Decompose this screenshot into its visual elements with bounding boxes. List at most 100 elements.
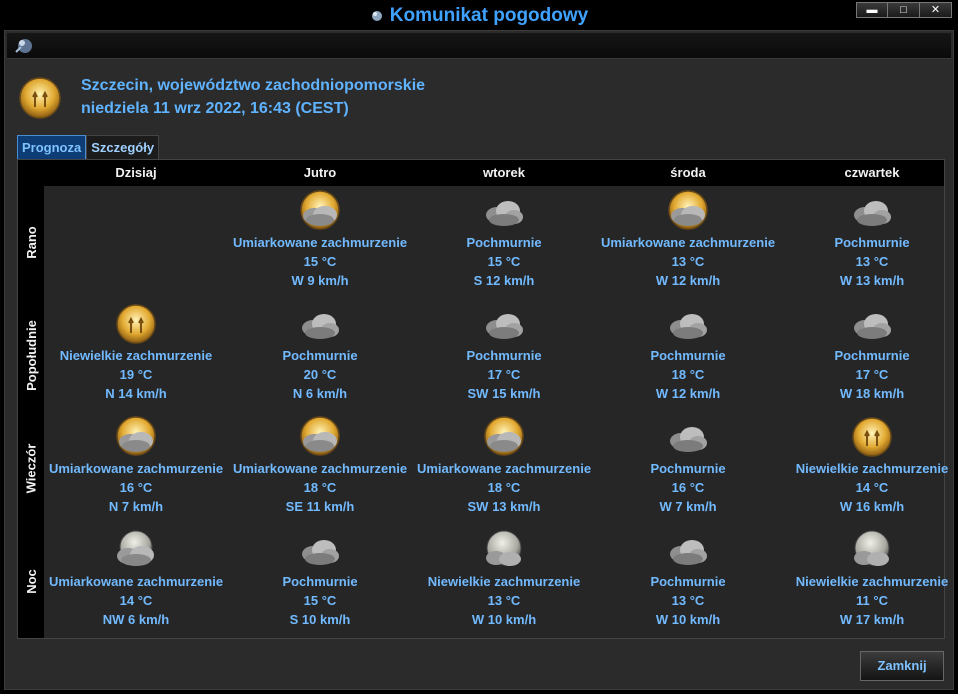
period-labels: Rano Popołudnie Wieczór Noc [18,160,44,638]
forecast-cell: Umiarkowane zachmurzenie 15 °C W 9 km/h [228,186,412,299]
forecast-cell: Umiarkowane zachmurzenie 16 °C N 7 km/h [44,412,228,525]
sun-cloud-icon [668,190,708,230]
cloud-icon [854,201,891,226]
condition-label: Umiarkowane zachmurzenie [416,461,592,476]
forecast-grid: Umiarkowane zachmurzenie 15 °C W 9 km/h Poc… [44,186,948,638]
tab-szczegoly[interactable]: Szczegóły [86,135,160,159]
toolbar [7,33,951,59]
tab-prognoza[interactable]: Prognoza [17,135,87,159]
condition-label: Niewielkie zachmurzenie [795,461,949,476]
forecast-cell [44,186,228,299]
location-label: Szczecin, województwo zachodniopomorskie [81,77,426,94]
cloud-icon [486,201,523,226]
temperature-label: 13 °C [487,593,521,608]
wind-label: NW 6 km/h [102,612,170,627]
condition-label: Pochmurnie [834,235,910,250]
temperature-label: 16 °C [119,480,153,495]
weather-app-icon[interactable] [13,36,35,56]
cloud-icon [302,314,339,339]
forecast-cell: Pochmurnie 13 °C W 13 km/h [780,186,958,299]
temperature-label: 19 °C [119,367,153,382]
day-header: czwartek [844,165,900,180]
period-label-wieczor: Wieczór [23,443,39,494]
condition-label: Umiarkowane zachmurzenie [600,235,776,250]
cloud-icon [302,540,339,565]
temperature-label: 13 °C [671,593,705,608]
forecast-panel: Rano Popołudnie Wieczór Noc Dzisiaj Jutr… [17,159,948,639]
close-button[interactable]: Zamknij [860,651,944,681]
condition-label: Pochmurnie [466,235,542,250]
condition-label: Pochmurnie [282,574,358,589]
forecast-cell: Pochmurnie 18 °C W 12 km/h [596,299,780,412]
sun-icon [852,417,892,457]
condition-label: Umiarkowane zachmurzenie [232,235,408,250]
wind-label: W 9 km/h [291,273,349,288]
condition-label: Niewielkie zachmurzenie [59,348,213,363]
sun-icon [116,304,156,344]
wind-label: W 10 km/h [471,612,537,627]
wind-label: N 6 km/h [292,386,348,401]
condition-label: Niewielkie zachmurzenie [795,574,949,589]
close-window-button[interactable]: ✕ [920,2,952,18]
wind-label: W 12 km/h [655,273,721,288]
forecast-cell: Niewielkie zachmurzenie 13 °C W 10 km/h [412,525,596,638]
condition-label: Pochmurnie [834,348,910,363]
forecast-cell: Niewielkie zachmurzenie 14 °C W 16 km/h [780,412,958,525]
condition-label: Pochmurnie [282,348,358,363]
cloud-icon [486,314,523,339]
temperature-label: 15 °C [303,254,337,269]
forecast-cell: Umiarkowane zachmurzenie 13 °C W 12 km/h [596,186,780,299]
condition-label: Pochmurnie [650,574,726,589]
forecast-cell: Niewielkie zachmurzenie 11 °C W 17 km/h [780,525,958,638]
temperature-label: 15 °C [487,254,521,269]
current-weather-icon [19,77,61,119]
wind-label: W 17 km/h [839,612,905,627]
forecast-cell: Umiarkowane zachmurzenie 18 °C SE 11 km/h [228,412,412,525]
wind-label: W 10 km/h [655,612,721,627]
condition-label: Umiarkowane zachmurzenie [232,461,408,476]
day-headers: Dzisiaj Jutro wtorek środa czwartek [44,160,944,186]
moon-icon [854,530,890,566]
condition-label: Pochmurnie [466,348,542,363]
cloud-icon [670,314,707,339]
forecast-cell: Niewielkie zachmurzenie 19 °C N 14 km/h [44,299,228,412]
forecast-cell: Pochmurnie 17 °C SW 15 km/h [412,299,596,412]
wind-label: S 12 km/h [473,273,535,288]
forecast-cell: Pochmurnie 17 °C W 18 km/h [780,299,958,412]
forecast-cell: Umiarkowane zachmurzenie 18 °C SW 13 km/h [412,412,596,525]
forecast-cell: Umiarkowane zachmurzenie 14 °C NW 6 km/h [44,525,228,638]
moon-cloud-icon [117,530,154,566]
condition-label: Niewielkie zachmurzenie [427,574,581,589]
minimize-button[interactable]: ▬ [856,2,888,18]
temperature-label: 11 °C [856,593,888,608]
cloud-icon [670,540,707,565]
forecast-cell: Pochmurnie 16 °C W 7 km/h [596,412,780,525]
datetime-label: niedziela 11 wrz 2022, 16:43 (CEST) [81,100,349,117]
forecast-cell: Pochmurnie 15 °C S 12 km/h [412,186,596,299]
wind-label: N 14 km/h [105,386,167,401]
day-header: Dzisiaj [115,165,157,180]
day-header: środa [670,165,706,180]
day-header: wtorek [483,165,525,180]
period-label-rano: Rano [23,226,39,259]
wind-label: W 16 km/h [839,499,905,514]
window-title-text: Komunikat pogodowy [389,5,589,26]
maximize-button[interactable]: □ [888,2,920,18]
wind-label: SW 13 km/h [467,499,541,514]
forecast-cell: Pochmurnie 15 °C S 10 km/h [228,525,412,638]
forecast-cell: Pochmurnie 20 °C N 6 km/h [228,299,412,412]
sun-cloud-icon [484,416,524,456]
sun-cloud-icon [300,190,340,230]
dialog-frame: Szczecin, województwo zachodniopomorskie… [4,30,954,690]
moon-icon [486,530,522,566]
day-header: Jutro [303,165,337,180]
window-controls: ▬ □ ✕ [856,2,952,18]
temperature-label: 18 °C [487,480,521,495]
wind-label: S 10 km/h [289,612,351,627]
wind-label: SW 15 km/h [467,386,541,401]
temperature-label: 20 °C [303,367,337,382]
sun-cloud-icon [300,416,340,456]
wind-label: W 7 km/h [659,499,717,514]
condition-label: Pochmurnie [650,348,726,363]
wind-label: SE 11 km/h [285,499,355,514]
